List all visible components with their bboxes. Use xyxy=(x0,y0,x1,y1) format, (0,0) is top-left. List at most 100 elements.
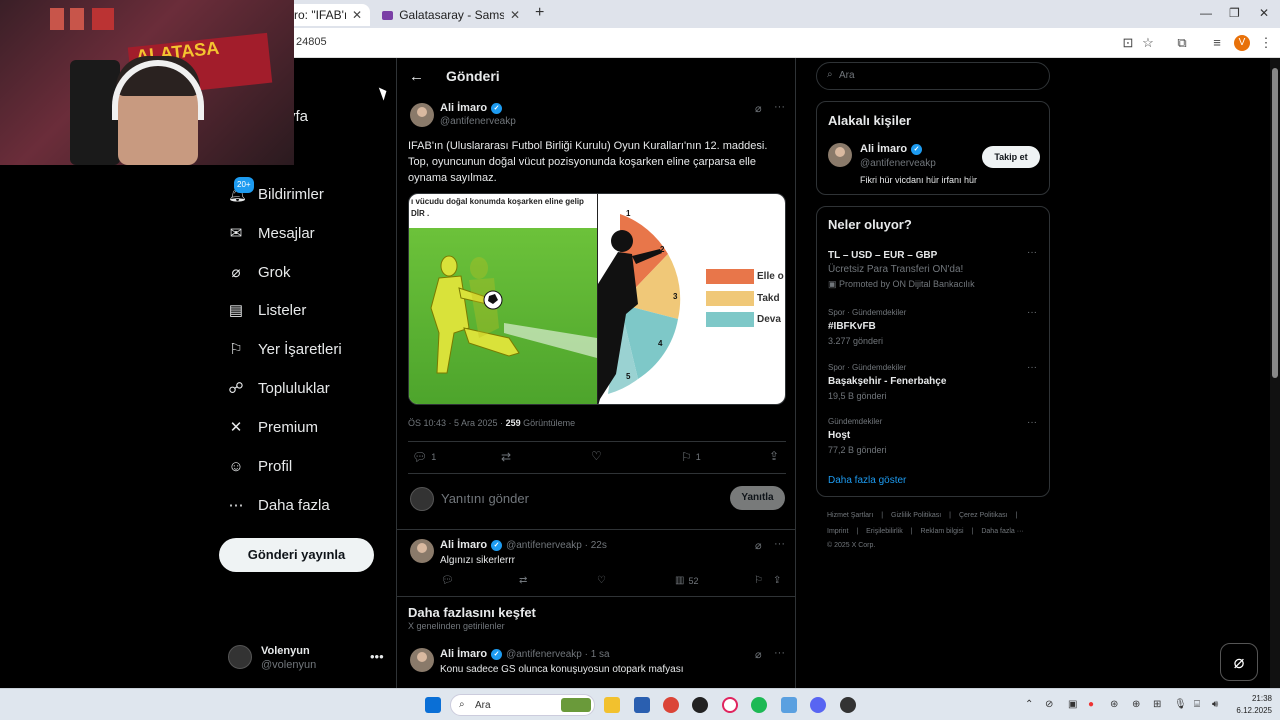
app-icon[interactable] xyxy=(692,697,708,713)
nav-item-more[interactable]: ⋯ Daha fazla xyxy=(228,497,330,514)
more-options-icon[interactable]: ··· xyxy=(774,538,785,550)
taskbar-search-input[interactable]: Ara xyxy=(475,700,491,711)
bookmark-star-icon[interactable]: ☆ xyxy=(1140,35,1156,51)
settings-icon[interactable] xyxy=(781,697,797,713)
browser-menu-icon[interactable]: ⋮ xyxy=(1258,35,1274,51)
file-explorer-icon[interactable] xyxy=(604,697,620,713)
tray-icon[interactable]: ⊘ xyxy=(1045,699,1053,710)
more-options-icon[interactable]: ··· xyxy=(1027,417,1037,428)
tray-icon[interactable]: ▣ xyxy=(1068,699,1077,710)
footer-link[interactable]: Reklam bilgisi xyxy=(920,528,963,535)
author-avatar[interactable] xyxy=(410,103,434,127)
network-icon[interactable]: ⌸ xyxy=(1194,699,1200,710)
tray-icon[interactable]: ⊕ xyxy=(1132,699,1140,710)
follow-button[interactable]: Takip et xyxy=(982,146,1040,168)
reply-author[interactable]: Ali İmaro ✓ @antifenerveakp · 22s xyxy=(440,539,607,551)
author-avatar[interactable] xyxy=(410,539,434,563)
post-button[interactable]: Gönderi yayınla xyxy=(219,538,374,572)
retweet-icon[interactable]: ⇄ xyxy=(519,575,527,586)
url-field[interactable]: 24805 xyxy=(296,36,327,48)
tray-icon[interactable]: ⊞ xyxy=(1153,699,1161,710)
author-handle[interactable]: @antifenerveakp xyxy=(440,116,516,127)
nav-item-profile[interactable]: ☺ Profil xyxy=(228,458,292,475)
nav-item-premium[interactable]: ✕ Premium xyxy=(228,419,318,436)
footer-link[interactable]: Gizlilik Politikası xyxy=(891,512,941,519)
nav-label: Profil xyxy=(258,458,293,475)
volume-icon[interactable]: 🔊︎ xyxy=(1212,699,1218,710)
browser-tab-active[interactable]: ro: "IFAB'ın (Ulu ✕ xyxy=(286,4,370,26)
reply-action[interactable]: 💬︎ 1 xyxy=(412,450,436,464)
grok-explain-icon[interactable]: ⌀ xyxy=(755,102,762,115)
account-menu-icon[interactable]: ••• xyxy=(370,649,384,664)
nav-item-messages[interactable]: ✉ Mesajlar xyxy=(228,225,315,242)
share-icon[interactable]: ⇪ xyxy=(773,575,781,586)
search-box[interactable]: ⌕ Ara xyxy=(816,62,1050,90)
chrome-icon[interactable] xyxy=(663,697,679,713)
grok-explain-icon[interactable]: ⌀ xyxy=(755,539,762,552)
promoted-text: Promoted by ON Dijital Bankacılık xyxy=(839,279,975,289)
more-options-icon[interactable]: ··· xyxy=(1027,247,1037,258)
nav-item-communities[interactable]: ☍ Topluluklar xyxy=(228,380,329,397)
reply-button[interactable]: Yanıtla xyxy=(730,486,785,510)
post-author[interactable]: Ali İmaro ✓ @antifenerveakp · 1 sa xyxy=(440,648,610,660)
nav-item-lists[interactable]: ▤ Listeler xyxy=(228,302,306,319)
show-more-link[interactable]: Daha fazla göster xyxy=(828,475,906,486)
footer-link[interactable]: Hizmet Şartları xyxy=(827,512,873,519)
record-icon[interactable]: ● xyxy=(1088,699,1094,710)
footer-link[interactable]: Daha fazla ··· xyxy=(981,528,1023,535)
bookmark-action[interactable]: ⚐ 1 xyxy=(681,450,701,464)
opera-icon[interactable] xyxy=(722,697,738,713)
grok-explain-icon[interactable]: ⌀ xyxy=(755,648,762,661)
tweet-timestamp[interactable]: ÖS 10:43 · 5 Ara 2025 · xyxy=(408,418,503,428)
reply-icon[interactable]: 💬︎ xyxy=(441,575,454,586)
windows-start-icon[interactable] xyxy=(425,697,441,713)
footer-link[interactable]: Çerez Politikası xyxy=(959,512,1008,519)
views-action[interactable]: ▥ 52 xyxy=(675,575,698,586)
search-input[interactable]: Ara xyxy=(839,70,855,81)
retweet-icon[interactable]: ⇄ xyxy=(501,450,511,464)
discord-icon[interactable] xyxy=(810,697,826,713)
like-icon[interactable]: ♡ xyxy=(591,449,602,463)
nav-item-notifications[interactable]: 🔔︎ 20+ Bildirimler xyxy=(228,176,324,203)
scrollbar-thumb[interactable] xyxy=(1272,68,1278,378)
grok-floating-button[interactable]: ⌀ xyxy=(1220,643,1258,681)
more-options-icon[interactable]: ··· xyxy=(1027,362,1037,373)
tab-close-icon[interactable]: ✕ xyxy=(510,8,520,22)
like-icon[interactable]: ♡ xyxy=(597,575,606,586)
tweet-image[interactable]: ı vücudu doğal konumda koşarken eline ge… xyxy=(408,193,786,405)
nav-item-bookmarks[interactable]: ⚐ Yer İşaretleri xyxy=(228,341,341,358)
footer-link[interactable]: Erişilebilirlik xyxy=(866,528,903,535)
microphone-icon[interactable]: 🎙︎ xyxy=(1174,699,1187,710)
reply-input[interactable]: Yanıtını gönder xyxy=(441,491,529,506)
author-avatar[interactable] xyxy=(410,648,434,672)
minimize-icon[interactable]: — xyxy=(1200,6,1212,20)
more-options-icon[interactable]: ··· xyxy=(774,647,785,659)
back-arrow-icon[interactable]: ← xyxy=(409,68,424,85)
app-icon[interactable] xyxy=(840,697,856,713)
close-window-icon[interactable]: ✕ xyxy=(1259,6,1269,20)
media-control-icon[interactable]: ≡ xyxy=(1209,35,1225,51)
browser-profile-avatar[interactable]: V xyxy=(1234,35,1250,51)
bookmark-icon[interactable]: ⚐ xyxy=(754,575,763,586)
author-name[interactable]: Ali İmaro ✓ xyxy=(440,102,503,114)
restore-icon[interactable]: ❐ xyxy=(1229,6,1240,20)
new-tab-button[interactable]: + xyxy=(535,4,544,22)
browser-tab[interactable]: Galatasaray - Samsunspor Maç ✕ xyxy=(374,4,528,26)
clock[interactable]: 21:38 6.12.2025 xyxy=(1232,693,1272,717)
more-options-icon[interactable]: ··· xyxy=(774,101,785,113)
store-icon[interactable] xyxy=(634,697,650,713)
install-app-icon[interactable]: ⊡ xyxy=(1120,35,1136,51)
share-icon[interactable]: ⇪ xyxy=(769,449,779,463)
taskbar-search[interactable]: ⌕ Ara xyxy=(450,694,595,716)
tray-chevron-icon[interactable]: ⌃ xyxy=(1025,699,1033,710)
nav-item-grok[interactable]: ⌀ Grok xyxy=(228,264,290,281)
spotify-icon[interactable] xyxy=(751,697,767,713)
related-name[interactable]: Ali İmaro ✓ xyxy=(860,143,923,155)
more-options-icon[interactable]: ··· xyxy=(1027,307,1037,318)
author-avatar[interactable] xyxy=(828,143,852,167)
scrollbar[interactable] xyxy=(1270,58,1280,688)
extensions-icon[interactable]: ⧉ xyxy=(1174,35,1190,51)
steam-icon[interactable]: ⊛ xyxy=(1110,699,1118,710)
tab-close-icon[interactable]: ✕ xyxy=(352,8,362,22)
footer-link[interactable]: Imprint xyxy=(827,528,848,535)
